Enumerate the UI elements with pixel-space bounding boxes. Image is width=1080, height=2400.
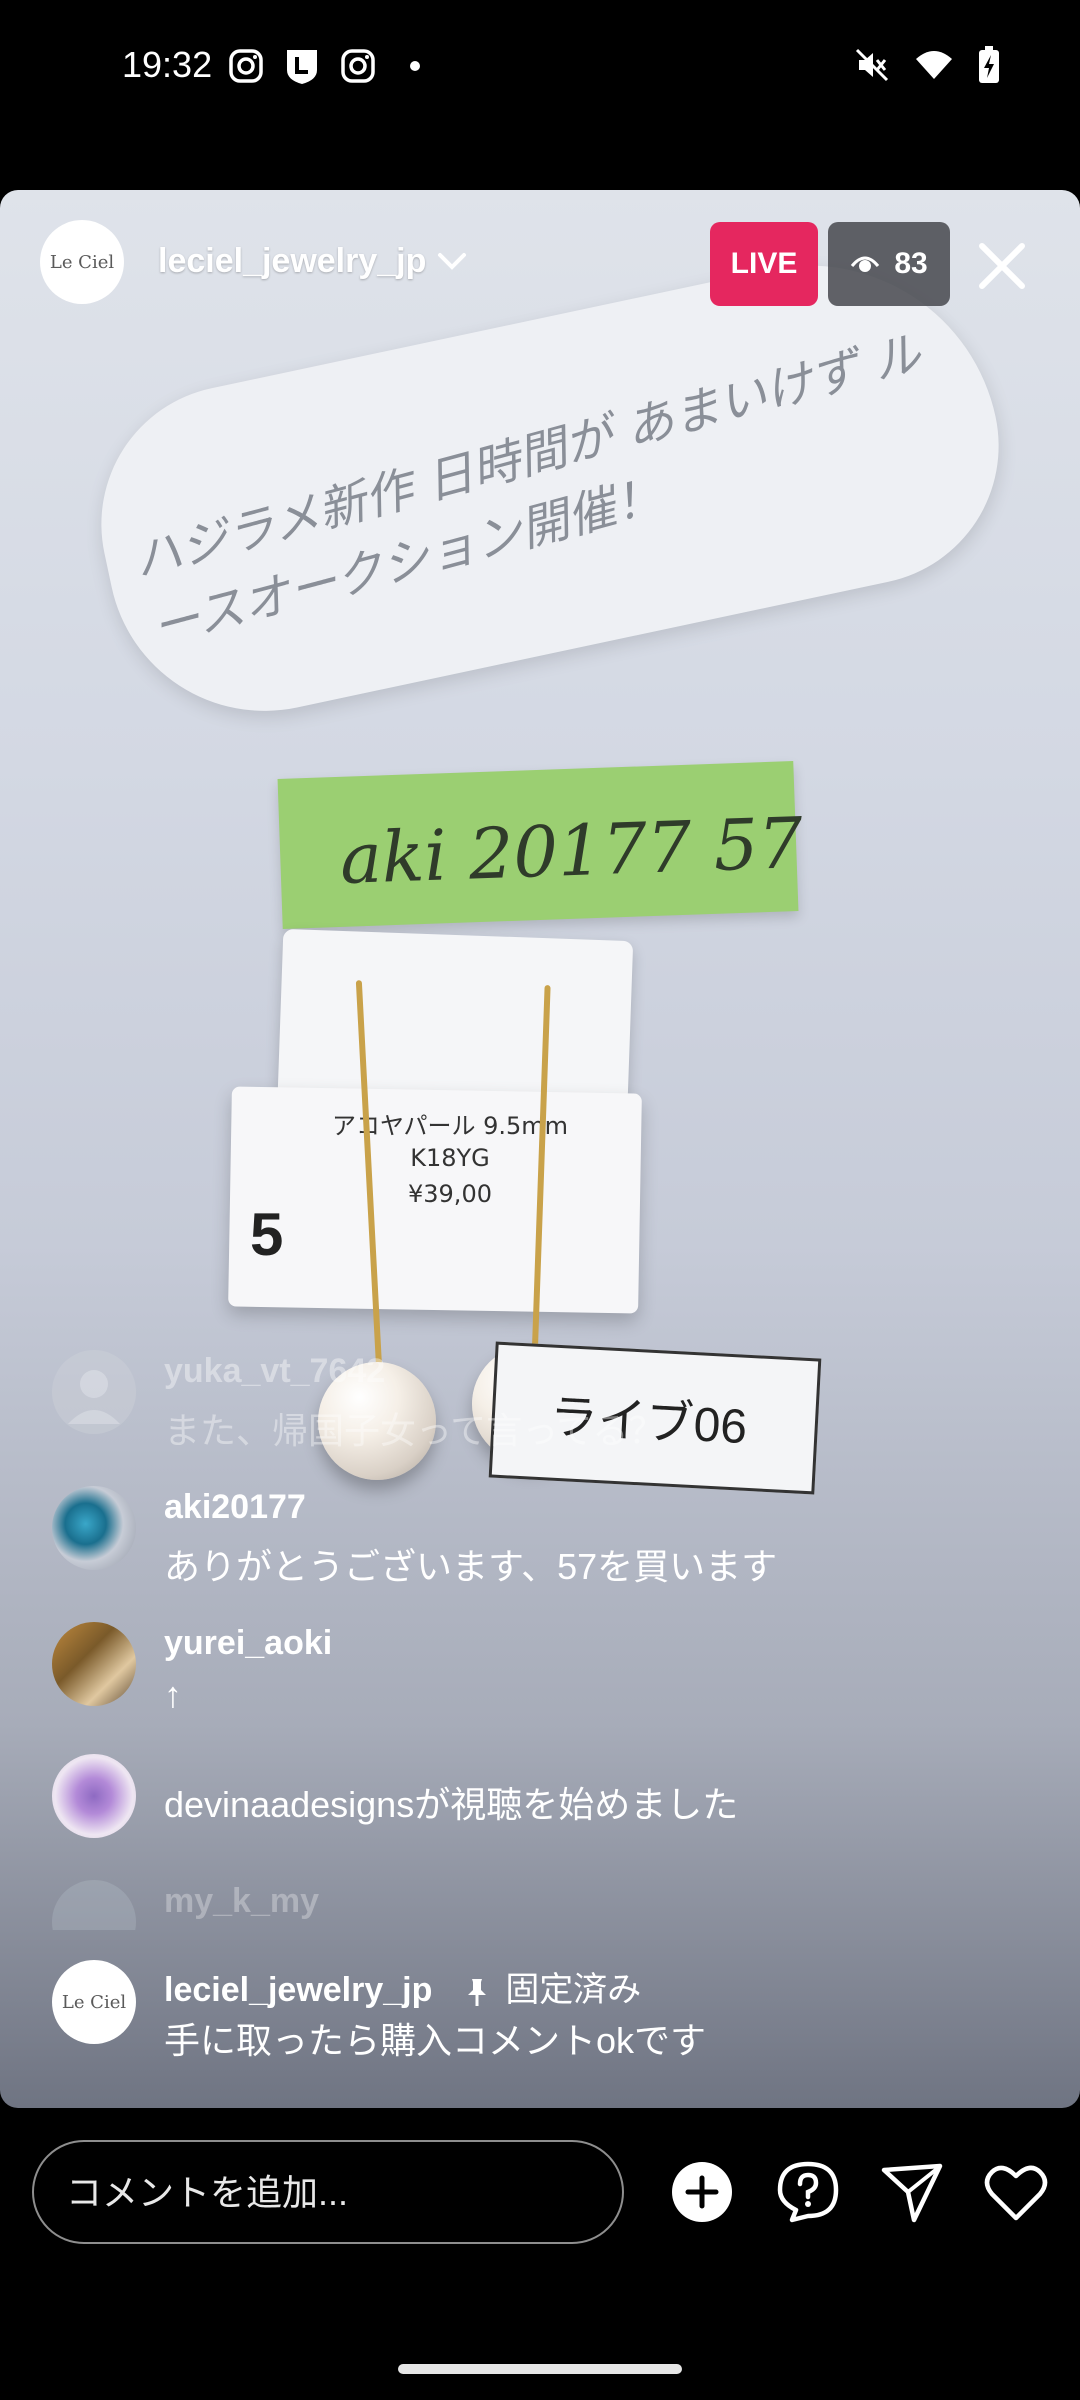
comment-input[interactable] [64, 2164, 598, 2222]
question-icon[interactable] [776, 2160, 840, 2224]
comment-field[interactable] [32, 2140, 624, 2244]
status-left-icons [228, 46, 420, 86]
wifi-icon [916, 51, 952, 79]
comment-username[interactable]: my_k_my [164, 1882, 319, 1921]
status-time: 19:32 [122, 44, 213, 85]
live-video[interactable]: ハジラメ新作 日時間が あまいけず ルースオークション開催！ aki 20177… [0, 190, 1080, 2108]
host-username[interactable]: leciel_jewelry_jp [158, 242, 426, 281]
muted-icon [855, 48, 889, 82]
comment-username[interactable]: aki20177 [164, 1488, 306, 1527]
viewer-joined-text: devinaadesignsが視聴を始めました [164, 1784, 739, 1825]
send-icon[interactable] [880, 2160, 944, 2224]
viewer-count: 83 [894, 247, 928, 280]
pinned-username-row: leciel_jewelry_jp 固定済み [164, 1962, 641, 2011]
avatar[interactable] [52, 1880, 136, 1930]
chevron-down-icon[interactable] [434, 246, 470, 276]
comment-text: ありがとうございます、57を買います [164, 1546, 778, 1587]
notification-dot-icon [410, 61, 420, 71]
instagram-icon [341, 49, 375, 83]
comment-item: my_k_my [52, 1880, 1032, 1930]
live-badge: LIVE [710, 222, 818, 306]
default-avatar-icon [68, 1370, 120, 1424]
instagram-icon [229, 49, 263, 83]
pinned-avatar-text: Le Ciel [61, 1991, 127, 2013]
comment-text: また、帰国子女って言ってる？ [164, 1410, 665, 1451]
heart-icon[interactable] [984, 2160, 1048, 2224]
home-indicator[interactable] [398, 2364, 682, 2374]
close-icon[interactable] [974, 238, 1030, 294]
avatar[interactable] [52, 1754, 136, 1838]
pinned-label: 固定済み [505, 1971, 642, 2009]
avatar[interactable] [52, 1486, 136, 1570]
comment-text: ↑ [164, 1674, 182, 1715]
comment-username[interactable]: yuka_vt_7642 [164, 1352, 385, 1391]
avatar[interactable] [52, 1350, 136, 1434]
battery-charging-icon [979, 46, 999, 83]
avatar[interactable] [52, 1622, 136, 1706]
card-number: 5 [250, 1201, 284, 1268]
host-avatar[interactable]: Le Ciel [40, 220, 124, 304]
status-right-icons [854, 46, 1000, 84]
viewer-count-badge[interactable]: 83 [828, 222, 950, 306]
comment-username[interactable]: yurei_aoki [164, 1624, 332, 1663]
pin-icon [467, 1979, 486, 2007]
line-icon [287, 50, 317, 84]
pinned-avatar[interactable]: Le Ciel [52, 1960, 136, 2044]
pinned-text: 手に取ったら購入コメントokです [164, 2020, 707, 2061]
add-plus-icon[interactable] [670, 2160, 734, 2224]
pinned-username[interactable]: leciel_jewelry_jp [164, 1971, 432, 2009]
sticky-note-text: aki 20177 57 [338, 801, 805, 901]
host-avatar-text: Le Ciel [49, 251, 115, 273]
eye-icon [851, 256, 880, 272]
status-bar: 19:32 [0, 0, 1080, 140]
